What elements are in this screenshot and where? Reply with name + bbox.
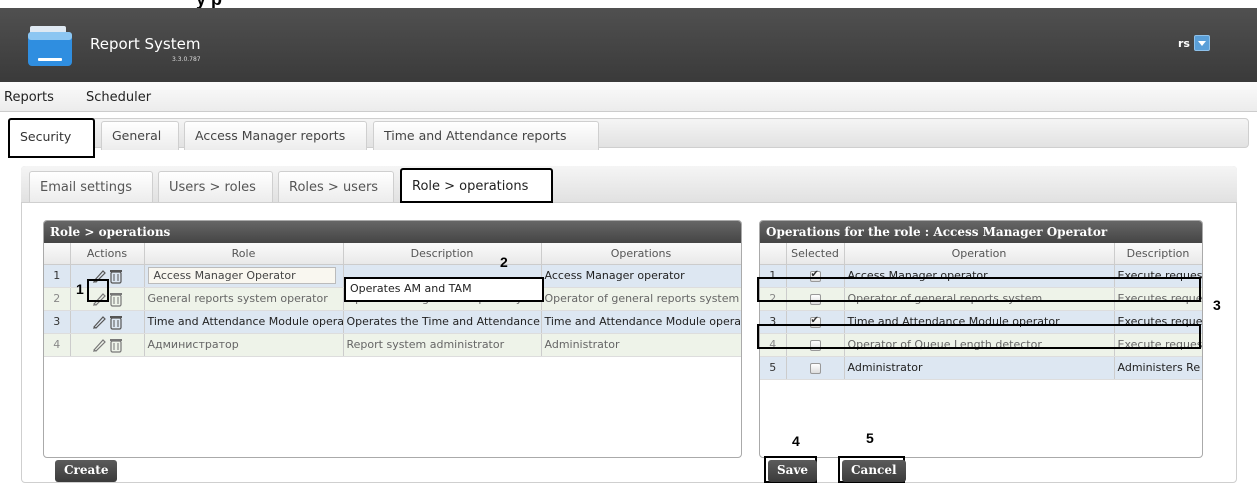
selected-cell bbox=[786, 310, 845, 334]
trash-icon[interactable] bbox=[109, 337, 123, 353]
checkbox[interactable] bbox=[809, 362, 821, 374]
description-cell: Administers Re bbox=[1114, 356, 1202, 380]
operations-table: Selected Operation Description 1 Access … bbox=[760, 243, 1202, 380]
table-row[interactable]: 4 Администратор Report system administra… bbox=[44, 333, 741, 357]
menu-reports[interactable]: Reports bbox=[4, 90, 54, 105]
role-operations-detail-grid: Operations for the role : Access Manager… bbox=[759, 220, 1203, 458]
trash-icon[interactable] bbox=[109, 291, 123, 307]
app-header: Report System 3.3.0.787 rs bbox=[0, 8, 1257, 82]
checkbox[interactable] bbox=[809, 315, 821, 328]
pencil-icon[interactable] bbox=[91, 291, 107, 307]
row-number: 4 bbox=[44, 333, 71, 357]
checkbox[interactable] bbox=[809, 293, 821, 305]
operations-cell: Operator of general reports system bbox=[541, 287, 741, 311]
column-header[interactable]: Description bbox=[1114, 243, 1202, 265]
callout-1: 1 bbox=[76, 281, 84, 297]
row-number: 5 bbox=[760, 356, 787, 380]
role-cell[interactable]: Администратор bbox=[144, 333, 344, 357]
table-row[interactable]: 5 Administrator Administers Re bbox=[760, 356, 1202, 380]
selected-cell bbox=[786, 333, 845, 357]
tab-roles-users[interactable]: Roles > users bbox=[278, 171, 394, 202]
description-cell: Execute reques bbox=[1114, 333, 1202, 357]
app-title: Report System bbox=[90, 35, 201, 53]
operation-cell: Access Manager operator bbox=[844, 264, 1115, 288]
column-header[interactable]: Role bbox=[144, 243, 344, 265]
pencil-icon[interactable] bbox=[91, 314, 107, 330]
column-header[interactable]: Operation bbox=[844, 243, 1115, 265]
operations-cell: Administrator bbox=[541, 333, 741, 357]
role-cell[interactable]: Time and Attendance Module opera bbox=[144, 310, 344, 334]
column-header[interactable]: Operations bbox=[541, 243, 741, 265]
description-edit-field[interactable]: Operates AM and TAM bbox=[344, 277, 544, 302]
tab-email-settings[interactable]: Email settings bbox=[29, 171, 153, 202]
tab-general[interactable]: General bbox=[101, 121, 179, 150]
cropped-caption: y p bbox=[0, 0, 1257, 8]
operations-cell: Time and Attendance Module opera bbox=[541, 310, 741, 334]
table-header-row: Actions Role Description Operations bbox=[44, 243, 741, 265]
tab-time-attendance-reports[interactable]: Time and Attendance reports bbox=[373, 121, 599, 150]
column-header[interactable]: Actions bbox=[70, 243, 145, 265]
table-row[interactable]: 1 Access Manager operator Execute reques bbox=[760, 264, 1202, 288]
description-cell[interactable]: Report system administrator bbox=[343, 333, 542, 357]
row-number: 4 bbox=[760, 333, 787, 357]
trash-icon[interactable] bbox=[109, 314, 123, 330]
cancel-button[interactable]: Cancel bbox=[842, 460, 906, 482]
selected-cell bbox=[786, 356, 845, 380]
pencil-icon[interactable] bbox=[91, 268, 107, 284]
tab-role-operations[interactable]: Role > operations bbox=[400, 168, 553, 203]
table-row[interactable]: 2 Operator of general reports system Exe… bbox=[760, 287, 1202, 311]
user-name[interactable]: rs bbox=[1178, 37, 1190, 50]
selected-cell bbox=[786, 287, 845, 311]
chevron-down-icon[interactable] bbox=[1194, 35, 1210, 51]
callout-4: 4 bbox=[792, 433, 800, 449]
row-actions bbox=[70, 333, 145, 357]
table-row[interactable]: 3 Time and Attendance Module opera Opera… bbox=[44, 310, 741, 334]
callout-2: 2 bbox=[500, 254, 508, 270]
row-actions bbox=[70, 310, 145, 334]
operations-cell: Access Manager operator bbox=[541, 264, 741, 288]
description-cell: Executes reque bbox=[1114, 310, 1202, 334]
role-operations-grid: Role > operations Actions Role Descripti… bbox=[43, 220, 742, 458]
tab-users-roles[interactable]: Users > roles bbox=[158, 171, 273, 202]
app-version: 3.3.0.787 bbox=[172, 56, 201, 63]
role-cell[interactable]: General reports system operator bbox=[144, 287, 344, 311]
description-cell: Execute reques bbox=[1114, 264, 1202, 288]
table-row[interactable]: 3 Time and Attendance Module operator Ex… bbox=[760, 310, 1202, 334]
callout-3: 3 bbox=[1213, 297, 1221, 313]
save-button[interactable]: Save bbox=[768, 460, 818, 482]
main-menu: Reports Scheduler bbox=[0, 82, 1257, 112]
row-number: 1 bbox=[44, 264, 71, 288]
description-cell[interactable]: Operates the Time and Attendance bbox=[343, 310, 542, 334]
column-header[interactable]: Selected bbox=[786, 243, 845, 265]
create-button[interactable]: Create bbox=[55, 460, 118, 482]
tab-access-manager-reports[interactable]: Access Manager reports bbox=[184, 121, 367, 150]
row-number: 3 bbox=[44, 310, 71, 334]
table-row[interactable]: 4 Operator of Queue Length detector Exec… bbox=[760, 333, 1202, 357]
selected-cell bbox=[786, 264, 845, 288]
grid-title: Operations for the role : Access Manager… bbox=[760, 221, 1202, 243]
menu-scheduler[interactable]: Scheduler bbox=[86, 90, 151, 105]
role-cell[interactable]: Access Manager Operator bbox=[144, 264, 344, 288]
callout-5: 5 bbox=[866, 430, 874, 446]
row-number: 3 bbox=[760, 310, 787, 334]
operation-cell: Time and Attendance Module operator bbox=[844, 310, 1115, 334]
tab-security[interactable]: Security bbox=[8, 118, 95, 158]
table-header-row: Selected Operation Description bbox=[760, 243, 1202, 265]
trash-icon[interactable] bbox=[109, 268, 123, 284]
operation-cell: Operator of general reports system bbox=[844, 287, 1115, 311]
row-number: 2 bbox=[44, 287, 71, 311]
row-number: 2 bbox=[760, 287, 787, 311]
checkbox[interactable] bbox=[809, 339, 821, 351]
description-cell: Executes reque bbox=[1114, 287, 1202, 311]
operation-cell: Administrator bbox=[844, 356, 1115, 380]
report-folder-icon bbox=[28, 26, 72, 66]
row-number: 1 bbox=[760, 264, 787, 288]
column-header[interactable]: Description bbox=[343, 243, 542, 265]
pencil-icon[interactable] bbox=[91, 337, 107, 353]
role-edit-field[interactable]: Access Manager Operator bbox=[147, 267, 336, 284]
grid-title: Role > operations bbox=[44, 221, 741, 243]
operation-cell: Operator of Queue Length detector bbox=[844, 333, 1115, 357]
checkbox[interactable] bbox=[809, 269, 821, 282]
